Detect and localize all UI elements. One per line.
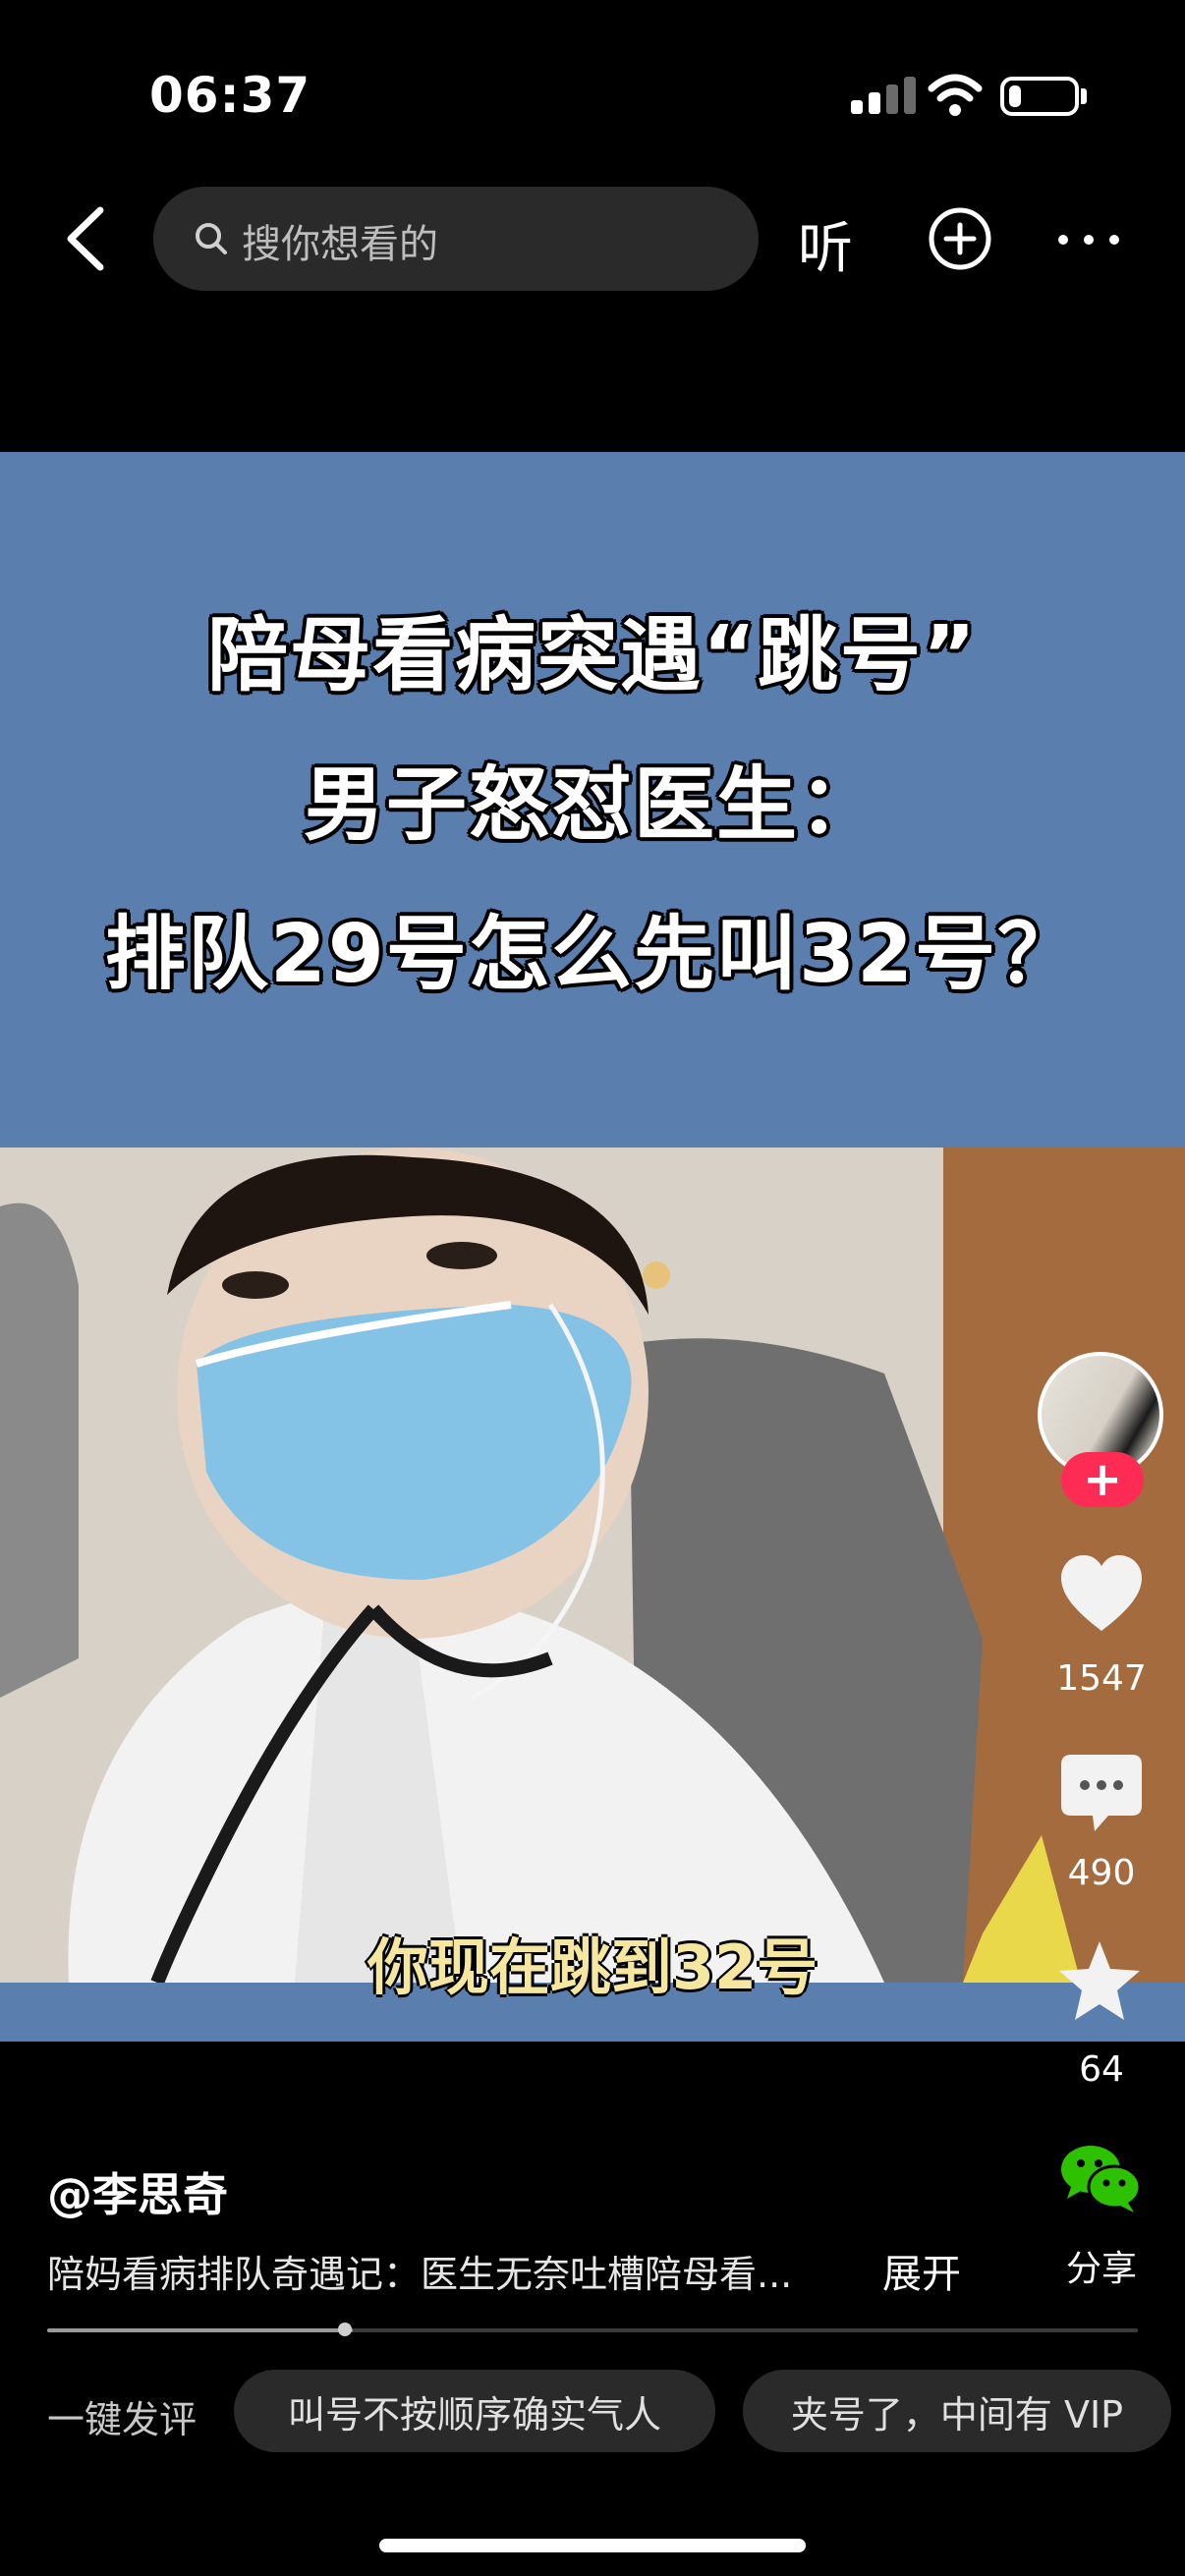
progress-knob[interactable]: [338, 2323, 352, 2336]
favorite-count: 64: [1079, 2049, 1124, 2090]
wifi-icon: [928, 74, 983, 116]
quick-comment-label: 一键发评: [47, 2398, 198, 2441]
status-time: 06:37: [149, 67, 311, 124]
comment-icon[interactable]: [1057, 1749, 1146, 1837]
video-subtitle: 你现在跳到32号: [367, 1932, 818, 2003]
comment-count: 490: [1067, 1853, 1136, 1893]
video-description[interactable]: 陪妈看病排队奇遇记：医生无奈吐槽陪母看...: [47, 2244, 863, 2298]
heart-icon[interactable]: [1057, 1550, 1146, 1639]
progress-fill: [47, 2328, 353, 2332]
home-indicator[interactable]: [379, 2539, 806, 2552]
share-label[interactable]: 分享: [1033, 2240, 1170, 2291]
video-headline-line-3: 排队29号怎么先叫32号？: [104, 908, 1081, 1001]
video-player[interactable]: 陪母看病突遇“跳号” 男子怒怼医生： 排队29号怎么先叫32号？ 你现在跳到32…: [0, 452, 1185, 2042]
video-frame-illustration: [0, 1148, 1185, 1983]
video-frame: [0, 1148, 1185, 1983]
signal-icon: [851, 77, 916, 114]
video-headline-line-1: 陪母看病突遇“跳号”: [207, 609, 978, 702]
expand-button[interactable]: 展开: [882, 2242, 961, 2299]
battery-cap: [1081, 88, 1087, 104]
like-count: 1547: [1056, 1658, 1147, 1699]
battery-icon: [1000, 77, 1079, 116]
wechat-icon[interactable]: [1057, 2142, 1144, 2216]
more-horizontal-icon[interactable]: [1055, 230, 1122, 250]
search-placeholder[interactable]: 搜你想看的: [242, 212, 438, 269]
plus-circle-icon[interactable]: [928, 206, 992, 271]
listen-button[interactable]: 听: [798, 204, 853, 284]
quick-comment-chip[interactable]: 夹号了，中间有 VIP: [743, 2370, 1171, 2452]
chevron-left-icon[interactable]: [49, 196, 118, 281]
star-icon[interactable]: [1055, 1937, 1144, 2026]
quick-comment-chip[interactable]: 叫号不按顺序确实气人: [234, 2370, 715, 2452]
author-name[interactable]: @李思奇: [47, 2159, 228, 2224]
video-headline-line-2: 男子怒怼医生：: [303, 758, 881, 852]
search-icon: [196, 223, 227, 254]
follow-button[interactable]: +: [1061, 1452, 1144, 1507]
video-progress-bar[interactable]: [47, 2328, 1138, 2332]
